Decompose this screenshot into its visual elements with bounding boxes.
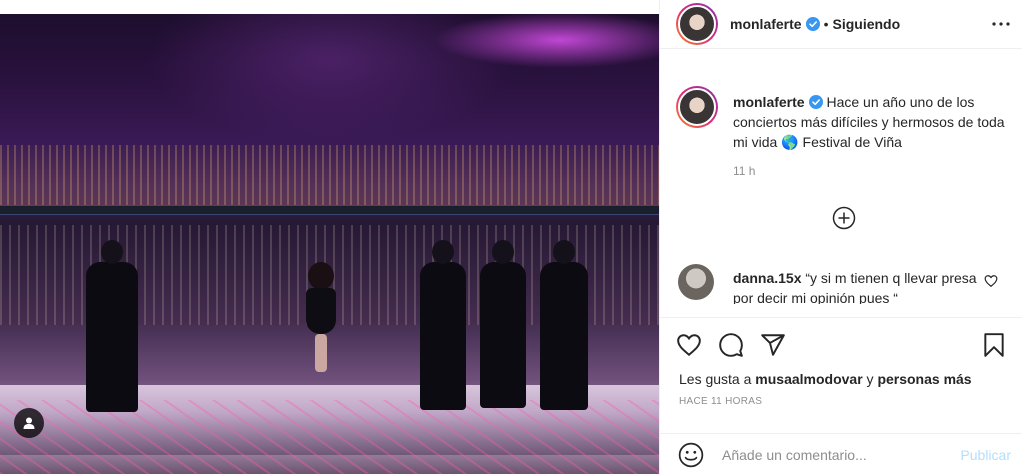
caption-timestamp[interactable]: 11 h [733, 164, 755, 178]
post-photo[interactable] [0, 0, 659, 474]
plus-circle-icon[interactable] [832, 206, 856, 230]
band-member [540, 240, 588, 410]
caption-author-avatar[interactable] [676, 86, 718, 128]
user-tag-glyph [23, 417, 35, 429]
comment-input[interactable] [722, 446, 942, 463]
likes-prefix: Les gusta a [679, 371, 752, 387]
likes-user-link[interactable]: musaalmodovar [755, 371, 862, 387]
post-sidebar: monlaferte • Siguiendo monlaferte Hace u… [659, 0, 1022, 474]
commenter-username[interactable]: danna.15x [733, 270, 801, 286]
led-banner [0, 205, 659, 215]
author-avatar[interactable] [676, 3, 718, 45]
band-member [420, 240, 466, 410]
heart-icon[interactable] [676, 332, 702, 358]
post-actions: Les gusta a musaalmodovar y personas más… [660, 317, 1022, 474]
commenter-avatar[interactable] [678, 264, 714, 300]
author-username[interactable]: monlaferte [730, 16, 802, 32]
singer-figure [306, 262, 336, 372]
verified-badge-icon [805, 17, 820, 31]
publish-button[interactable]: Publicar [960, 447, 1011, 463]
action-icons [676, 332, 786, 358]
caption-username[interactable]: monlaferte [733, 94, 805, 110]
header-separator: • [823, 16, 829, 32]
verified-badge-icon [808, 95, 823, 109]
likes-connector: y [866, 371, 874, 387]
comments-clip [660, 304, 1022, 318]
crowd-upper [0, 145, 659, 205]
caption-text: monlaferte Hace un año uno de los concie… [733, 92, 1013, 152]
band-member [86, 240, 138, 412]
comment-icon[interactable] [718, 332, 744, 358]
add-comment-bar: Publicar [660, 433, 1022, 474]
likes-others-link[interactable]: personas más [877, 371, 971, 387]
likes-summary: Les gusta a musaalmodovar y personas más [679, 371, 972, 387]
user-tag-icon[interactable] [14, 408, 44, 438]
emoji-icon[interactable] [678, 442, 704, 468]
share-icon[interactable] [760, 332, 786, 358]
post-date[interactable]: HACE 11 HORAS [679, 396, 762, 407]
band-member [480, 240, 526, 408]
post-header: monlaferte • Siguiendo [660, 0, 1022, 49]
more-horizontal-icon[interactable] [991, 14, 1011, 34]
photo-top-band [0, 0, 659, 14]
comment-like-heart-icon[interactable] [984, 274, 998, 288]
following-button[interactable]: Siguiendo [832, 16, 900, 32]
bookmark-icon[interactable] [981, 332, 1007, 358]
comment-text: danna.15x “y si m tienen q llevar presa … [733, 268, 983, 308]
